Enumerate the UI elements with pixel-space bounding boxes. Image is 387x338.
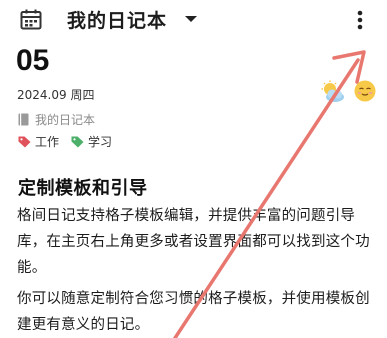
tag-icon (71, 136, 84, 148)
entry-notebook[interactable]: 我的日记本 (18, 111, 95, 128)
entry-paragraph: 你可以随意定制符合您习惯的格子模板，并使用模板创建更有意义的日记。 (17, 291, 370, 333)
tag-study[interactable]: 学习 (88, 133, 112, 150)
notebook-icon (18, 113, 29, 126)
entry-tags: 工作 学习 (18, 133, 124, 150)
calendar-icon[interactable] (20, 9, 42, 30)
entry-paragraph: 格间日记支持格子模板编辑，并提供丰富的问题引导库，在主页右上角更多或者设置界面都… (17, 208, 370, 276)
tag-icon (18, 136, 31, 148)
entry-date: 2024.09 周四 (17, 88, 95, 102)
chevron-down-icon[interactable] (185, 16, 197, 22)
entry-heading: 定制模板和引导 (18, 178, 148, 199)
notebook-title-dropdown[interactable]: 我的日记本 (67, 6, 167, 33)
partly-cloudy-icon[interactable] (320, 80, 346, 104)
entry-day: 05 (16, 44, 50, 77)
notebook-label: 我的日记本 (35, 113, 96, 127)
smiley-face-icon[interactable] (354, 80, 376, 102)
more-vertical-icon[interactable] (350, 8, 370, 32)
tag-work[interactable]: 工作 (35, 133, 59, 150)
app-toolbar: 我的日记本 (0, 0, 387, 40)
